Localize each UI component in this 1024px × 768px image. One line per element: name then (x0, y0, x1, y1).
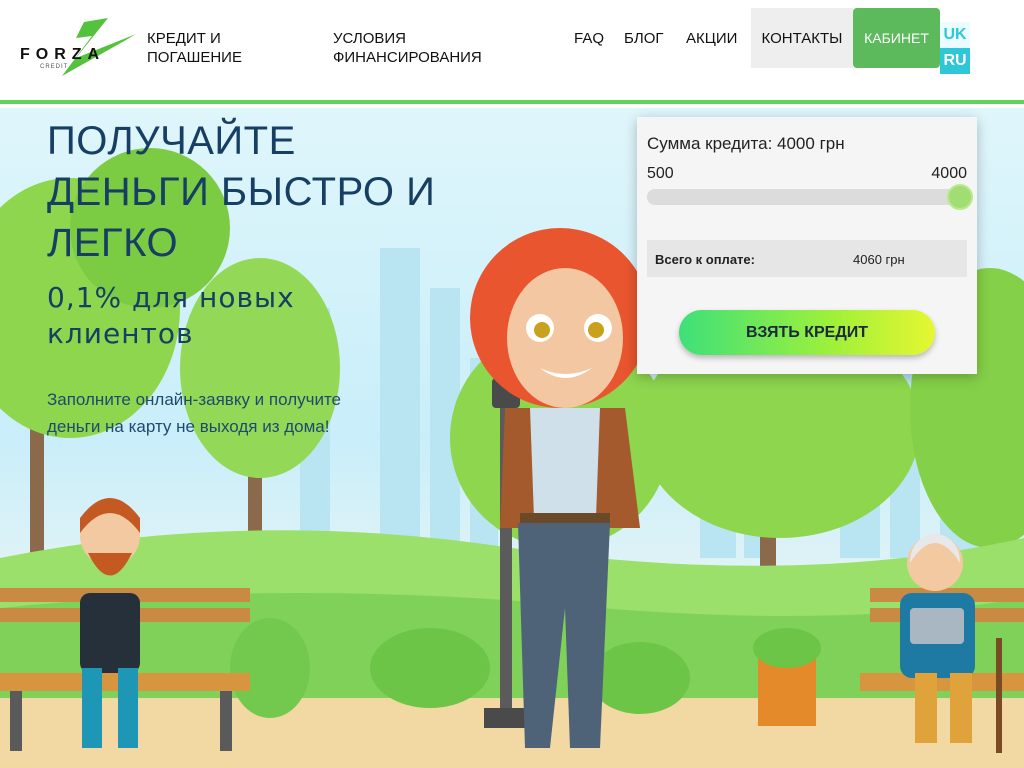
hero-subtitle: 0,1% для новых клиентов (47, 281, 295, 350)
loan-calculator: Сумма кредита: 4000 грн 500 4000 Всего к… (637, 117, 977, 374)
forza-logo[interactable]: FORZA CREDIT (18, 14, 140, 84)
nav-contacts[interactable]: Контакты (751, 8, 853, 68)
logo-subtext: CREDIT (40, 64, 69, 70)
take-credit-button[interactable]: Взять кредит (679, 310, 935, 355)
slider-thumb[interactable] (947, 184, 973, 210)
hero-description: Заполните онлайн-заявку и получите деньг… (47, 390, 342, 436)
nav-blog[interactable]: Блог (624, 29, 663, 48)
nav-faq[interactable]: FAQ (574, 29, 604, 48)
nav-contacts-label: Контакты (761, 29, 843, 47)
nav-credit-repayment[interactable]: Кредит и погашение (147, 29, 277, 67)
nav-financing-terms[interactable]: Условия финансирования (333, 29, 513, 67)
slider-max-label: 4000 (931, 165, 967, 182)
nav-promotions[interactable]: Акции (686, 29, 737, 48)
total-payment-box: Всего к оплате: 4060 грн (647, 240, 967, 277)
logo-text: FORZA (20, 46, 106, 63)
loan-amount-slider[interactable] (647, 184, 973, 210)
site-header: FORZA CREDIT Кредит и погашение Условия … (0, 0, 1024, 104)
hero-title: Получайте деньги быстро и легко (47, 119, 436, 265)
total-payment-label: Всего к оплате: (655, 252, 755, 267)
lang-uk-button[interactable]: UK (940, 22, 970, 48)
cabinet-button[interactable]: Кабинет (853, 8, 940, 68)
total-payment-value: 4060 грн (853, 252, 905, 267)
slider-fill (647, 189, 965, 205)
slider-min-label: 500 (647, 165, 674, 182)
loan-amount-title: Сумма кредита: 4000 грн (647, 134, 845, 153)
lang-ru-button[interactable]: RU (940, 48, 970, 74)
